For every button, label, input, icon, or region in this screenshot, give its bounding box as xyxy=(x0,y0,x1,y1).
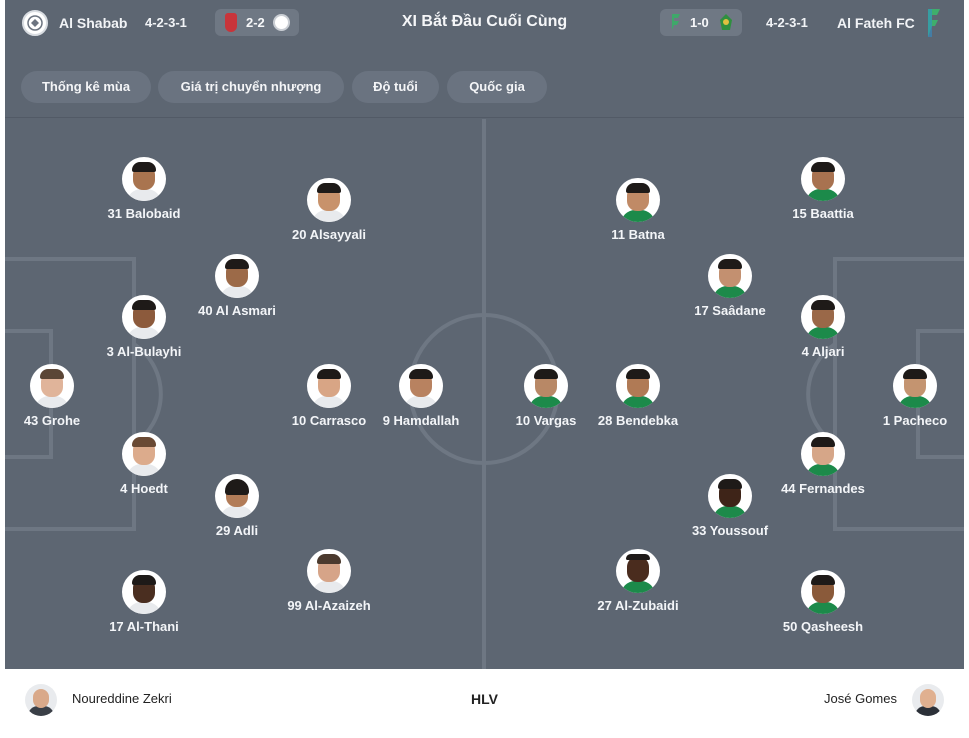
tab-transfer-value[interactable]: Giá trị chuyển nhượng xyxy=(158,71,344,103)
home-player[interactable]: 99 Al-Azaizeh xyxy=(264,549,394,613)
away-previous-match[interactable]: 1-0 xyxy=(660,9,742,36)
player-photo xyxy=(122,295,166,339)
player-name: 27 Al-Zubaidi xyxy=(597,598,679,613)
player-photo xyxy=(307,364,351,408)
player-name: 99 Al-Azaizeh xyxy=(287,598,371,613)
player-name: 33 Youssouf xyxy=(691,523,769,538)
home-player[interactable]: 43 Grohe xyxy=(0,364,117,428)
player-photo xyxy=(30,364,74,408)
player-photo xyxy=(122,432,166,476)
away-previous-score: 1-0 xyxy=(690,15,709,30)
away-player[interactable]: 50 Qasheesh xyxy=(758,570,888,634)
player-name: 9 Hamdallah xyxy=(382,413,460,428)
pitch: 31 Balobaid 20 Alsayyali 40 Al Asmari 3 … xyxy=(5,119,964,669)
tab-age[interactable]: Độ tuổi xyxy=(352,71,439,103)
away-coach-photo xyxy=(912,684,944,716)
player-name: 31 Balobaid xyxy=(107,206,181,221)
away-coach-name[interactable]: José Gomes xyxy=(824,691,897,706)
player-name: 50 Qasheesh xyxy=(782,619,864,634)
player-name: 17 Al-Thani xyxy=(109,619,179,634)
player-name: 29 Adli xyxy=(215,523,259,538)
away-formation: 4-2-3-1 xyxy=(766,15,808,30)
player-name: 15 Baattia xyxy=(792,206,854,221)
player-name: 43 Grohe xyxy=(23,413,81,428)
away-player[interactable]: 11 Batna xyxy=(573,178,703,242)
stats-tabs: Thống kê mùa Giá trị chuyển nhượng Độ tu… xyxy=(5,48,964,118)
coach-label: HLV xyxy=(471,691,498,707)
player-name: 11 Batna xyxy=(611,227,665,242)
home-player[interactable]: 31 Balobaid xyxy=(79,157,209,221)
player-photo xyxy=(215,254,259,298)
page-title: XI Bắt Đầu Cuối Cùng xyxy=(401,13,568,30)
al-fateh-mini-crest-icon xyxy=(672,14,680,30)
home-player[interactable]: 3 Al-Bulayhi xyxy=(79,295,209,359)
player-photo xyxy=(801,570,845,614)
player-photo xyxy=(801,295,845,339)
away-player[interactable]: 15 Baattia xyxy=(758,157,888,221)
player-name: 4 Aljari xyxy=(801,344,845,359)
player-photo xyxy=(307,549,351,593)
player-name: 28 Bendebka xyxy=(597,413,679,428)
player-photo xyxy=(616,549,660,593)
home-player[interactable]: 29 Adli xyxy=(172,474,302,538)
player-photo xyxy=(399,364,443,408)
player-photo xyxy=(801,432,845,476)
tab-season-stats[interactable]: Thống kê mùa xyxy=(21,71,151,103)
away-player[interactable]: 1 Pacheco xyxy=(850,364,969,428)
player-photo xyxy=(616,178,660,222)
home-player[interactable]: 20 Alsayyali xyxy=(264,178,394,242)
coaches-row: Noureddine Zekri HLV José Gomes xyxy=(5,669,964,738)
away-player[interactable]: 4 Aljari xyxy=(758,295,888,359)
home-player[interactable]: 17 Al-Thani xyxy=(79,570,209,634)
player-photo xyxy=(307,178,351,222)
player-photo xyxy=(893,364,937,408)
player-photo xyxy=(122,157,166,201)
away-player[interactable]: 28 Bendebka xyxy=(573,364,703,428)
home-player[interactable]: 9 Hamdallah xyxy=(356,364,486,428)
player-name: 1 Pacheco xyxy=(882,413,948,428)
player-photo xyxy=(708,254,752,298)
away-team-name[interactable]: Al Fateh FC xyxy=(837,15,915,31)
player-photo xyxy=(801,157,845,201)
away-player[interactable]: 27 Al-Zubaidi xyxy=(573,549,703,613)
player-photo xyxy=(122,570,166,614)
player-name: 20 Alsayyali xyxy=(292,227,366,242)
away-player[interactable]: 33 Youssouf xyxy=(665,474,795,538)
match-header: Al Shabab 4-2-3-1 2-2 XI Bắt Đầu Cuối Cù… xyxy=(5,0,964,48)
player-photo xyxy=(708,474,752,518)
player-photo xyxy=(616,364,660,408)
al-fateh-crest-icon[interactable] xyxy=(924,8,942,38)
player-photo xyxy=(215,474,259,518)
player-name: 3 Al-Bulayhi xyxy=(106,344,182,359)
lineup-panel: Al Shabab 4-2-3-1 2-2 XI Bắt Đầu Cuối Cù… xyxy=(5,0,964,669)
player-photo xyxy=(524,364,568,408)
tab-nationality[interactable]: Quốc gia xyxy=(447,71,547,103)
opponent-crest-icon xyxy=(720,14,732,30)
